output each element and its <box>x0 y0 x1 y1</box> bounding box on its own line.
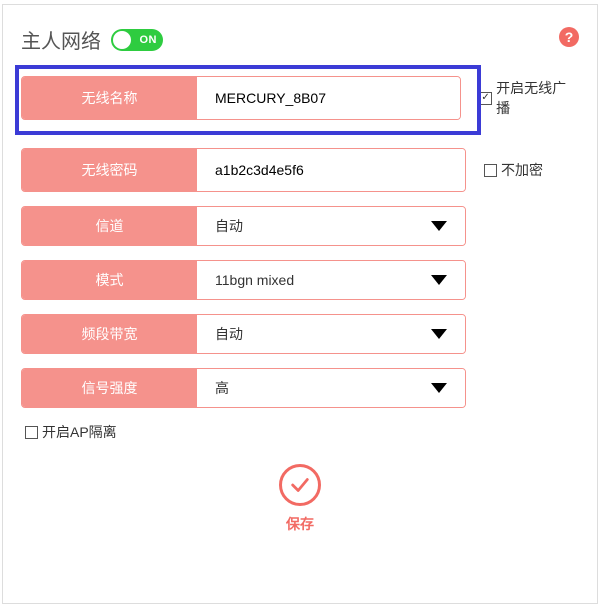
channel-select[interactable]: 自动 <box>197 207 465 245</box>
bandwidth-value: 自动 <box>215 324 243 344</box>
row-channel: 信道 自动 <box>21 206 579 246</box>
label-bandwidth: 频段带宽 <box>22 315 197 353</box>
toggle-label: ON <box>140 34 158 46</box>
value-password[interactable] <box>197 149 465 191</box>
row-bandwidth: 频段带宽 自动 <box>21 314 579 354</box>
header: 主人网络 ON ? <box>21 25 579 54</box>
page-title: 主人网络 <box>21 25 101 54</box>
value-ssid[interactable] <box>197 77 460 119</box>
form-rows: 无线名称 ✓ 开启无线广播 无线密码 不加密 <box>21 76 579 442</box>
broadcast-label: 开启无线广播 <box>496 78 579 118</box>
row-main-channel: 信道 自动 <box>21 206 466 246</box>
toggle-knob <box>113 31 131 49</box>
main-panel: 主人网络 ON ? 无线名称 ✓ 开启无线广播 无线密码 <box>2 4 598 604</box>
label-channel: 信道 <box>22 207 197 245</box>
wifi-toggle[interactable]: ON <box>111 29 163 51</box>
row-main-strength: 信号强度 高 <box>21 368 466 408</box>
noencrypt-checkbox[interactable] <box>484 164 497 177</box>
chevron-down-icon <box>431 329 447 339</box>
password-input[interactable] <box>215 162 465 178</box>
channel-value: 自动 <box>215 216 243 236</box>
row-main-bandwidth: 频段带宽 自动 <box>21 314 466 354</box>
chevron-down-icon <box>431 275 447 285</box>
row-strength: 信号强度 高 <box>21 368 579 408</box>
chevron-down-icon <box>431 383 447 393</box>
strength-select[interactable]: 高 <box>197 369 465 407</box>
mode-select[interactable]: 11bgn mixed <box>197 261 465 299</box>
row-main-ssid: 无线名称 <box>21 76 461 120</box>
save-label: 保存 <box>21 514 579 534</box>
noencrypt-label: 不加密 <box>501 160 543 180</box>
noencrypt-checkbox-wrap[interactable]: 不加密 <box>484 160 543 180</box>
label-password: 无线密码 <box>22 149 197 191</box>
row-main-password: 无线密码 <box>21 148 466 192</box>
check-icon <box>289 474 311 496</box>
broadcast-checkbox[interactable]: ✓ <box>479 92 492 105</box>
mode-value: 11bgn mixed <box>215 272 294 288</box>
ap-isolation-checkbox-wrap[interactable]: 开启AP隔离 <box>25 422 579 442</box>
row-password: 无线密码 不加密 <box>21 148 579 192</box>
ap-isolation-label: 开启AP隔离 <box>42 422 117 442</box>
save-button[interactable] <box>279 464 321 506</box>
broadcast-checkbox-wrap[interactable]: ✓ 开启无线广播 <box>479 78 579 118</box>
help-icon[interactable]: ? <box>559 27 579 47</box>
bandwidth-select[interactable]: 自动 <box>197 315 465 353</box>
strength-value: 高 <box>215 378 229 398</box>
ssid-input[interactable] <box>215 90 460 106</box>
label-mode: 模式 <box>22 261 197 299</box>
row-main-mode: 模式 11bgn mixed <box>21 260 466 300</box>
ap-isolation-checkbox[interactable] <box>25 426 38 439</box>
label-ssid: 无线名称 <box>22 77 197 119</box>
row-ssid: 无线名称 ✓ 开启无线广播 <box>21 76 579 120</box>
save-area: 保存 <box>21 464 579 534</box>
label-strength: 信号强度 <box>22 369 197 407</box>
row-mode: 模式 11bgn mixed <box>21 260 579 300</box>
chevron-down-icon <box>431 221 447 231</box>
